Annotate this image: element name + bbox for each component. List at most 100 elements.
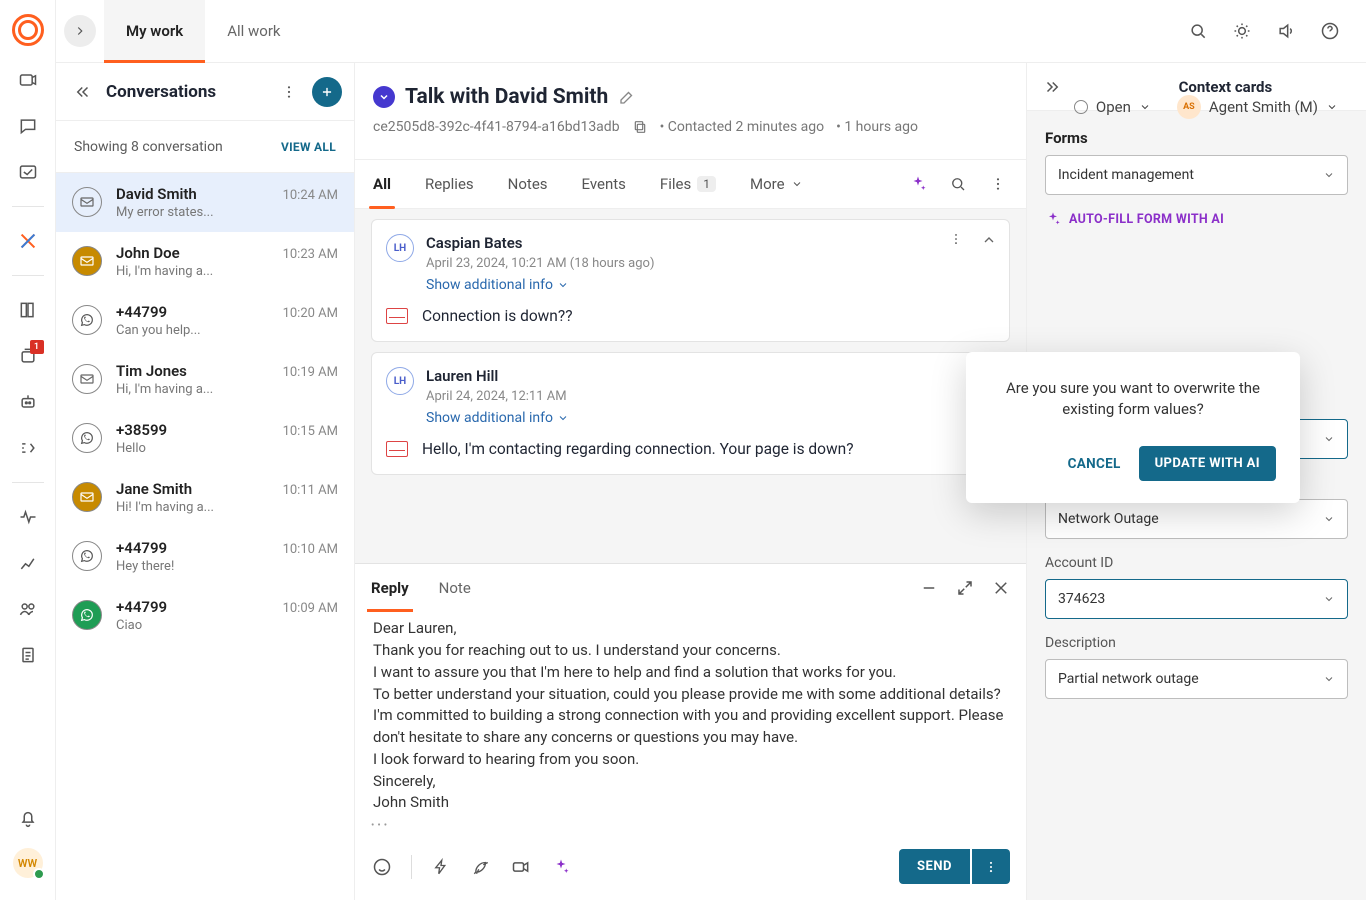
mail-icon [72,187,102,217]
conversation-row[interactable]: +3859910:15 AMHello [56,409,354,468]
conversation-row[interactable]: David Smith10:24 AMMy error states... [56,173,354,232]
thread-search-icon[interactable] [948,174,968,194]
thread-more-icon[interactable] [988,174,1008,194]
autofill-link[interactable]: AUTO-FILL FORM WITH AI [1045,211,1348,227]
tab-replies[interactable]: Replies [425,160,474,208]
composer-signature-dots: ••• [371,820,1010,831]
status-dropdown[interactable]: Open [1074,98,1151,116]
sender-avatar: LH [386,234,414,262]
description-select[interactable]: Partial network outage [1045,659,1348,699]
account-id-label: Account ID [1045,555,1348,571]
video-icon[interactable] [510,856,532,878]
contacted-ago: Contacted 2 minutes ago [660,119,825,135]
help-icon[interactable] [1318,19,1342,43]
add-conversation-button[interactable] [312,77,342,107]
search-icon[interactable] [1186,19,1210,43]
message-timestamp: April 24, 2024, 12:11 AM [426,389,569,404]
rail-user-avatar[interactable]: WW [13,848,43,878]
tab-all-work[interactable]: All work [205,0,302,63]
whatsapp-icon [72,600,102,630]
launch-icon[interactable] [470,856,492,878]
conversation-row[interactable]: John Doe10:23 AMHi, I'm having a... [56,232,354,291]
rail-pulse-icon[interactable] [16,505,40,529]
whatsapp-icon [72,541,102,571]
message-text: Connection is down?? [422,307,573,325]
sidebar-collapse-icon[interactable] [72,81,94,103]
composer-textarea[interactable]: Dear Lauren, Thank you for reaching out … [371,612,1010,818]
popover-text: Are you sure you want to overwrite the e… [990,378,1276,420]
popover-update-button[interactable]: UPDATE WITH AI [1139,446,1276,481]
agent-dropdown[interactable]: AS Agent Smith (M) [1177,95,1338,119]
status-indicator-icon [1074,100,1088,114]
view-all-link[interactable]: VIEW ALL [281,140,336,154]
show-additional-info-link[interactable]: Show additional info [426,277,654,293]
sidebar-count-text: Showing 8 conversation [74,139,223,155]
account-id-select[interactable]: 374623 [1045,579,1348,619]
rail-inbox-icon[interactable] [16,160,40,184]
sender-avatar: LH [386,367,414,395]
forms-select[interactable]: Incident management [1045,155,1348,195]
rail-analytics-icon[interactable] [16,551,40,575]
message-more-icon[interactable] [949,232,963,248]
app-logo[interactable] [12,14,44,46]
message-timestamp: April 23, 2024, 10:21 AM (18 hours ago) [426,256,654,271]
conversation-row[interactable]: Tim Jones10:19 AMHi, I'm having a... [56,350,354,409]
ai-sparkle-icon[interactable] [908,174,928,194]
rail-notifications-icon[interactable] [16,806,40,830]
conversation-row[interactable]: Jane Smith10:11 AMHi! I'm having a... [56,468,354,527]
ai-assist-icon[interactable] [550,856,572,878]
composer-minimize-icon[interactable] [920,579,938,597]
channel-mail-icon [386,441,408,457]
edit-title-icon[interactable] [618,88,636,106]
rail-library-icon[interactable] [16,298,40,322]
conversation-preview: Hi, I'm having a... [116,264,338,279]
mail-icon [72,364,102,394]
conversation-row[interactable]: +4479910:10 AMHey there! [56,527,354,586]
rail-outbound-icon[interactable] [16,68,40,92]
message-collapse-icon[interactable] [981,232,997,248]
composer-expand-icon[interactable] [956,579,974,597]
conversation-row[interactable]: +4479910:09 AMCiao [56,586,354,645]
rail-queue-icon[interactable] [16,344,40,368]
sender-line: Caspian Bates [426,234,654,252]
sidebar-more-icon[interactable] [278,81,300,103]
mail-icon [72,246,102,276]
rail-code-icon[interactable] [16,436,40,460]
conversation-row[interactable]: +4479910:20 AMCan you help... [56,291,354,350]
conversation-preview: Hey there! [116,559,338,574]
send-more-button[interactable] [972,849,1010,884]
tab-all[interactable]: All [373,160,391,208]
rail-people-icon[interactable] [16,597,40,621]
copy-uuid-icon[interactable] [632,119,648,135]
send-button[interactable]: SEND [899,849,970,884]
conversation-name: John Doe [116,244,180,262]
show-additional-info-link[interactable]: Show additional info [426,410,569,426]
quick-action-icon[interactable] [430,856,452,878]
composer-tab-note[interactable]: Note [439,564,471,612]
theme-icon[interactable] [1230,19,1254,43]
conversation-time: 10:20 AM [283,306,338,321]
context-collapse-icon[interactable] [1043,78,1061,96]
popover-cancel-button[interactable]: CANCEL [1068,456,1121,472]
tab-more[interactable]: More [750,160,803,208]
composer-tab-reply[interactable]: Reply [371,564,409,612]
composer-close-icon[interactable] [992,579,1010,597]
conversation-name: Jane Smith [116,480,192,498]
incident-type-select[interactable]: Network Outage [1045,499,1348,539]
forms-label: Forms [1045,129,1348,147]
tab-events[interactable]: Events [582,160,626,208]
rail-chat-icon[interactable] [16,114,40,138]
tab-notes[interactable]: Notes [508,160,548,208]
rail-doc-icon[interactable] [16,643,40,667]
rail-x-icon[interactable] [16,229,40,253]
nav-expand-button[interactable] [64,15,96,47]
rail-bot-icon[interactable] [16,390,40,414]
conversation-name: David Smith [116,185,197,203]
sound-icon[interactable] [1274,19,1298,43]
tab-my-work[interactable]: My work [104,0,205,63]
conversation-time: 10:10 AM [283,542,338,557]
confirm-popover: Are you sure you want to overwrite the e… [966,352,1300,503]
conversation-preview: Hi! I'm having a... [116,500,338,515]
emoji-icon[interactable] [371,856,393,878]
tab-files[interactable]: Files1 [660,160,716,208]
